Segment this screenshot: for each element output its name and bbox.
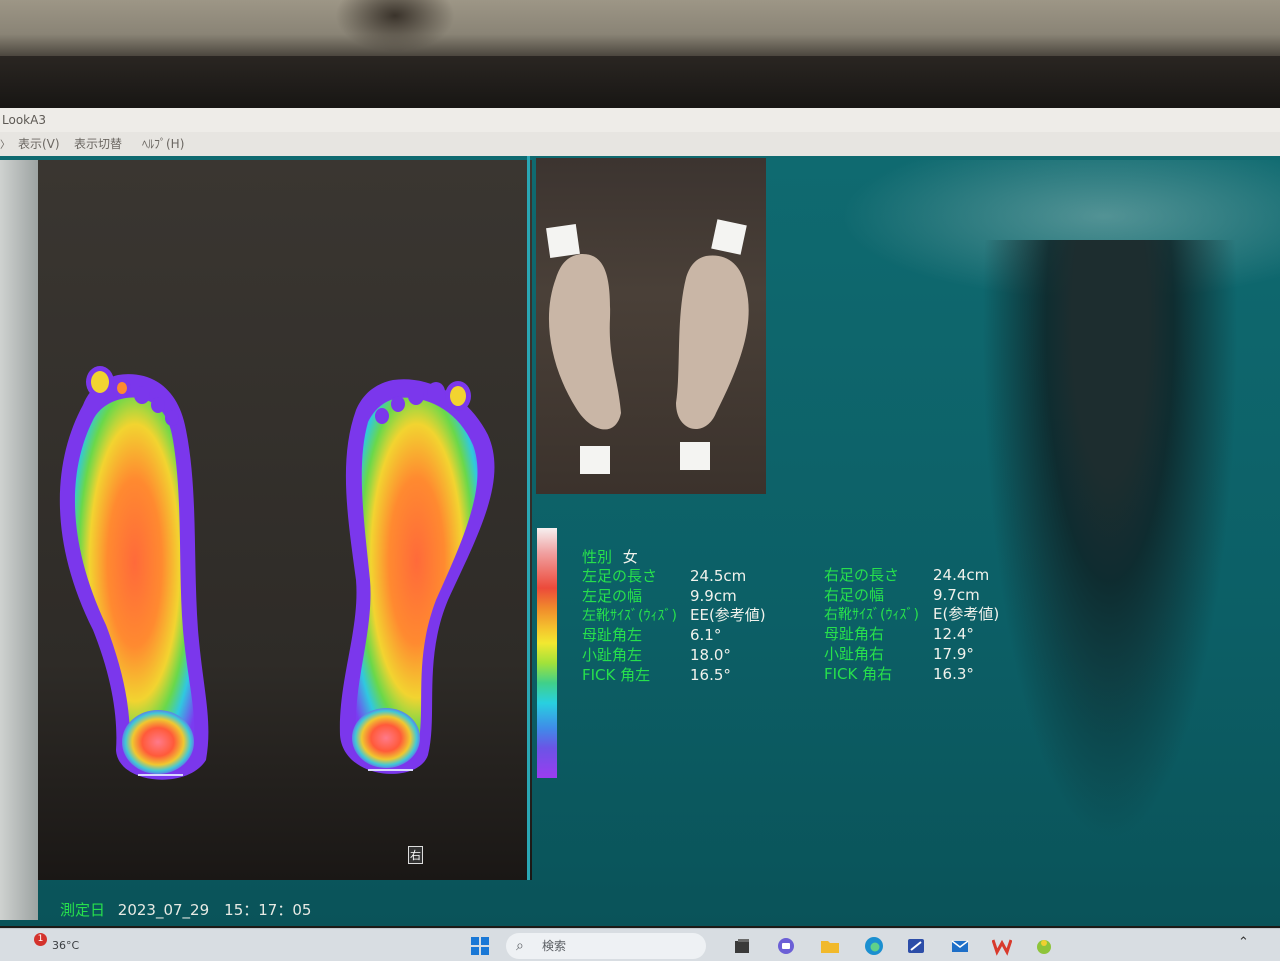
left-foot-scan [59, 366, 209, 780]
panel-divider [527, 156, 530, 880]
right-width-value: 9.7cm [933, 586, 980, 604]
weather-alert-badge: 1 [34, 933, 47, 946]
measurement-date: 測定日 2023_07_29 15：17：05 [60, 899, 311, 920]
left-fick-angle-value: 16.5° [690, 666, 731, 684]
left-little-toe-angle-label: 小趾角左 [582, 646, 643, 664]
edge-browser-icon[interactable] [864, 936, 884, 956]
right-hallux-angle-label: 母趾角右 [824, 625, 885, 643]
right-little-toe-angle-label: 小趾角右 [824, 645, 885, 663]
left-hallux-angle-value: 6.1° [690, 626, 722, 644]
left-width-label: 左足の幅 [582, 587, 643, 605]
measurement-date-label: 測定日 [60, 901, 106, 919]
foot-photo-image [546, 219, 749, 474]
search-icon: ⌕ [516, 938, 524, 954]
left-width-value: 9.9cm [690, 587, 737, 605]
right-fick-angle-label: FICK 角右 [824, 665, 893, 683]
folder-icon[interactable] [820, 936, 840, 956]
right-hallux-angle-value: 12.4° [933, 625, 974, 643]
windows-start-icon[interactable] [470, 936, 490, 956]
chevron-up-icon[interactable]: ⌃ [1238, 935, 1249, 950]
right-shoe-size-value: E(参考値) [933, 605, 1000, 623]
measurement-date-value: 2023_07_29 15：17：05 [117, 901, 312, 919]
left-sidebar-edge [0, 160, 38, 920]
left-length-value: 24.5cm [690, 567, 747, 585]
right-foot-marker: 右 [408, 846, 423, 864]
right-little-toe-angle-value: 17.9° [933, 645, 974, 663]
left-fick-angle-label: FICK 角左 [582, 666, 651, 684]
right-length-value: 24.4cm [933, 566, 990, 584]
foot-pressure-map [59, 366, 495, 780]
gender-label: 性別 [582, 548, 613, 566]
room-background [0, 0, 1280, 62]
left-measure-row: 左足の長さ [582, 567, 657, 586]
task-view-icon[interactable] [732, 936, 752, 956]
right-length-label: 右足の長さ [824, 566, 900, 584]
pressure-color-scale [537, 528, 557, 778]
left-hallux-angle-label: 母趾角左 [582, 626, 643, 644]
menu-help[interactable]: ﾍﾙﾌﾟ(H) [142, 133, 184, 155]
window-title: LookA3 [2, 113, 46, 127]
wps-office-icon[interactable] [992, 936, 1012, 956]
left-shoe-size-label: 左靴ｻｲｽﾞ(ｳｨｽﾞ) [582, 608, 677, 624]
background-object [335, 0, 455, 52]
left-length-label: 左足の長さ [582, 567, 658, 585]
taskbar-search-input[interactable]: ⌕ 検索 [506, 933, 706, 959]
monitor-bezel [0, 56, 1280, 139]
mail-icon[interactable] [950, 936, 970, 956]
pressure-scan-view: 右 [38, 160, 532, 880]
right-width-label: 右足の幅 [824, 586, 885, 604]
menu-overflow-mark: 〉 [0, 140, 10, 151]
right-fick-angle-value: 16.3° [933, 665, 974, 683]
app-icon[interactable] [1034, 936, 1054, 956]
menu-bar: 〉 表示(V) 表示切替 ﾍﾙﾌﾟ(H) [0, 132, 1280, 156]
chat-icon[interactable] [776, 936, 796, 956]
screen-reflection [960, 240, 1260, 930]
menu-display-switch[interactable]: 表示切替 [74, 133, 122, 155]
window-titlebar: LookA3 [0, 108, 1280, 132]
windows-taskbar: 1 36°C ⌕ 検索 ⌃ [0, 928, 1280, 961]
gender-row: 性別 女 [582, 548, 638, 567]
weather-temperature[interactable]: 36°C [52, 939, 79, 952]
left-little-toe-angle-value: 18.0° [690, 646, 731, 664]
search-placeholder: 検索 [542, 939, 567, 953]
foot-camera-photo [536, 158, 766, 494]
menu-view[interactable]: 表示(V) [18, 133, 60, 155]
right-shoe-size-label: 右靴ｻｲｽﾞ(ｳｨｽﾞ) [824, 607, 919, 623]
gender-value: 女 [622, 548, 638, 566]
left-shoe-size-value: EE(参考値) [690, 606, 766, 624]
snipping-tool-icon[interactable] [906, 936, 926, 956]
right-foot-scan [339, 379, 495, 774]
